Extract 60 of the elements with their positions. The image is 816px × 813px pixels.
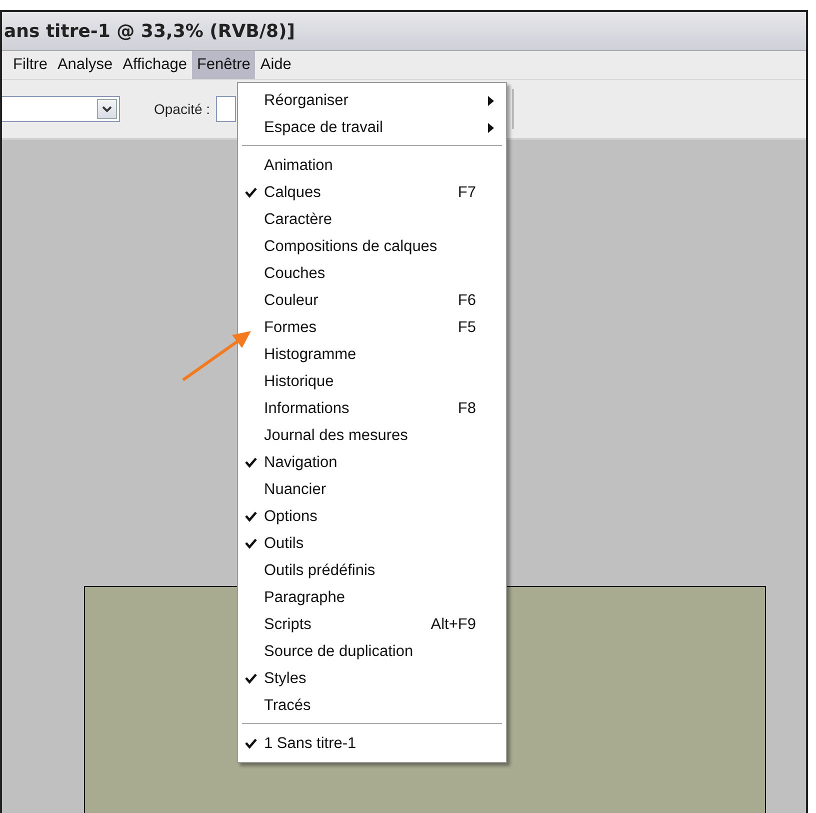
menu-option[interactable]: Scripts Alt+F9 [238,611,506,638]
menu-item[interactable]: Filtre [8,51,52,79]
menu-label: Source de duplication [264,642,414,660]
menu-label: Outils prédéfinis [264,562,376,580]
menu-option[interactable]: Couches [238,260,506,287]
menu-option[interactable]: Espace de travail [238,114,506,141]
shortcut-label: Alt+F9 [430,616,476,634]
menu-label: Couches [264,264,326,282]
menu-option[interactable]: Styles [238,665,506,692]
menu-option[interactable]: Caractère [238,206,506,233]
menu-option[interactable]: Compositions de calques [238,233,506,260]
menu-option[interactable]: Options [238,503,506,530]
shortcut-label: F8 [458,400,476,418]
shortcut-label: F5 [458,318,476,336]
menu-label: Calques [264,184,321,202]
menu-option[interactable]: Outils prédéfinis [238,557,506,584]
menu-option[interactable]: Nuancier [238,476,506,503]
menu-label: Informations [264,400,350,418]
menu-option[interactable]: Paragraphe [238,584,506,611]
window-title: ans titre-1 @ 33,3% (RVB/8)] [4,20,295,42]
opacity-label: Opacité : [154,101,210,117]
menu-label: Options [264,508,318,526]
menu-label: Styles [264,670,306,688]
menu-item[interactable]: Aide [255,51,296,79]
menu-option[interactable]: Journal des mesures [238,422,506,449]
menu-label: Navigation [264,454,338,472]
menu-label: Formes [264,318,317,336]
shortcut-label: F7 [458,184,476,202]
menu-option[interactable]: Navigation [238,449,506,476]
menu-option[interactable]: Calques F7 [238,179,506,206]
menu-label: Caractère [264,210,332,228]
menu-label: 1 Sans titre-1 [264,734,356,752]
menu-label: Couleur [264,292,318,310]
shortcut-label: F6 [458,292,476,310]
menu-item[interactable]: Fenêtre [192,51,256,79]
menu-option[interactable]: Source de duplication [238,638,506,665]
menu-label: Histogramme [264,346,356,364]
menu-label: Espace de travail [264,118,383,136]
menu-label: Paragraphe [264,588,346,606]
menu-option[interactable]: Animation [238,152,506,179]
menu-option[interactable]: Informations F8 [238,395,506,422]
menu-option[interactable]: Tracés [238,692,506,719]
menu-label: Animation [264,156,333,174]
menu-item[interactable]: Affichage [118,51,192,79]
menu-option[interactable]: Historique [238,368,506,395]
menu-option[interactable]: 1 Sans titre-1 [238,730,506,757]
menu-label: Tracés [264,696,311,714]
menu-label: Journal des mesures [264,426,408,444]
menu-option[interactable]: Formes F5 [238,314,506,341]
menu-item[interactable]: Analyse [52,51,118,79]
menu-label: Compositions de calques [264,238,438,256]
menu-label: Nuancier [264,480,326,498]
menu-label: Outils [264,534,304,552]
menu-option[interactable]: Histogramme [238,341,506,368]
menu-option[interactable]: Réorganiser [238,87,506,114]
menu-label: Scripts [264,616,312,634]
menu-option[interactable]: Couleur F6 [238,287,506,314]
menu-label: Réorganiser [264,92,348,110]
menu-label: Historique [264,372,334,390]
menu-option[interactable]: Outils [238,530,506,557]
